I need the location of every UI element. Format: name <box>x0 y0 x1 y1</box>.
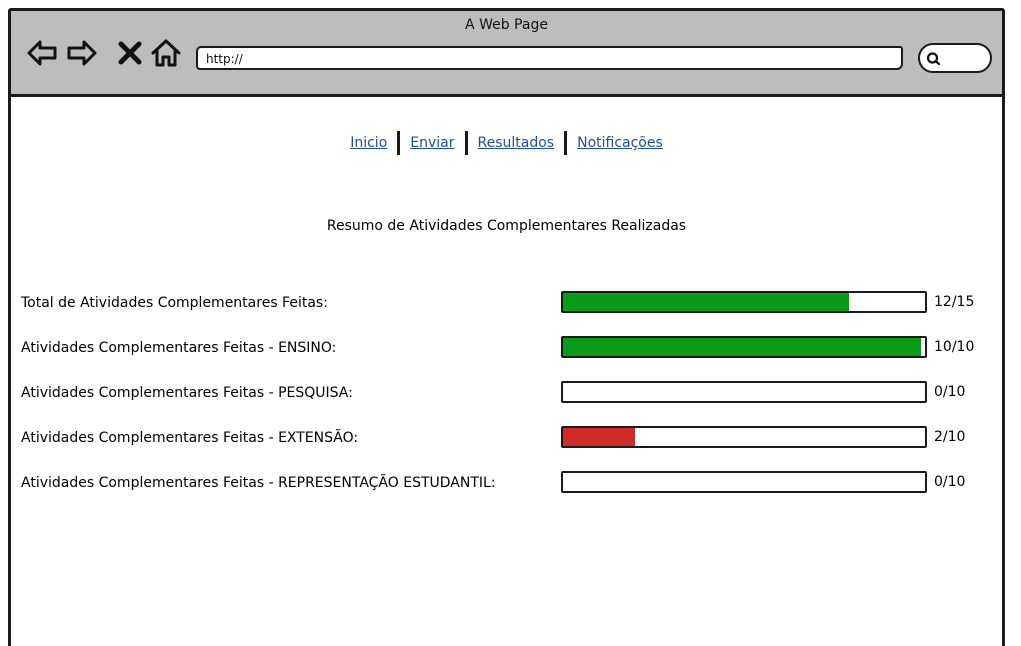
menu-divider <box>464 131 468 155</box>
progress-row-representacao: Atividades Complementares Feitas - REPRE… <box>21 471 991 495</box>
home-icon[interactable] <box>149 38 183 68</box>
progress-fill <box>563 293 849 311</box>
menu-item-inicio[interactable]: Inicio <box>342 135 395 151</box>
progress-value: 10/10 <box>934 339 975 355</box>
menu-item-notificacoes[interactable]: Notificações <box>569 135 671 151</box>
progress-bar <box>561 471 927 493</box>
progress-row-pesquisa: Atividades Complementares Feitas - PESQU… <box>21 381 991 405</box>
progress-label: Atividades Complementares Feitas - ENSIN… <box>21 340 337 356</box>
menu-divider <box>564 131 568 155</box>
window-title: A Web Page <box>465 17 548 33</box>
search-icon <box>926 52 941 66</box>
stop-icon[interactable] <box>117 38 143 68</box>
menu-divider <box>397 131 401 155</box>
progress-bar <box>561 381 927 403</box>
page-content: Inicio Enviar Resultados Notificações Re… <box>11 97 1002 646</box>
progress-bar <box>561 291 927 313</box>
progress-label: Total de Atividades Complementares Feita… <box>21 295 328 311</box>
back-arrow-icon[interactable] <box>25 38 59 68</box>
menu-item-resultados[interactable]: Resultados <box>470 135 563 151</box>
progress-fill <box>563 338 922 356</box>
progress-row-extensao: Atividades Complementares Feitas - EXTEN… <box>21 426 991 450</box>
progress-label: Atividades Complementares Feitas - PESQU… <box>21 385 353 401</box>
progress-value: 0/10 <box>934 384 966 400</box>
forward-arrow-icon[interactable] <box>65 38 99 68</box>
browser-toolbar: A Web Page http:// <box>11 11 1002 97</box>
page-title: Resumo de Atividades Complementares Real… <box>326 218 687 234</box>
progress-bar <box>561 426 927 448</box>
progress-row-ensino: Atividades Complementares Feitas - ENSIN… <box>21 336 991 360</box>
search-field[interactable] <box>918 43 992 73</box>
progress-value: 2/10 <box>934 429 966 445</box>
address-bar[interactable]: http:// <box>196 46 903 70</box>
progress-row-total: Total de Atividades Complementares Feita… <box>21 291 991 315</box>
browser-window: A Web Page http:// Inicio Enviar Resulta… <box>8 8 1005 646</box>
progress-label: Atividades Complementares Feitas - EXTEN… <box>21 430 359 446</box>
progress-fill <box>563 428 636 446</box>
progress-bar <box>561 336 927 358</box>
progress-value: 0/10 <box>934 474 966 490</box>
menu-item-enviar[interactable]: Enviar <box>402 135 462 151</box>
nav-menu: Inicio Enviar Resultados Notificações <box>11 131 1002 155</box>
progress-value: 12/15 <box>934 294 975 310</box>
progress-label: Atividades Complementares Feitas - REPRE… <box>21 475 496 491</box>
